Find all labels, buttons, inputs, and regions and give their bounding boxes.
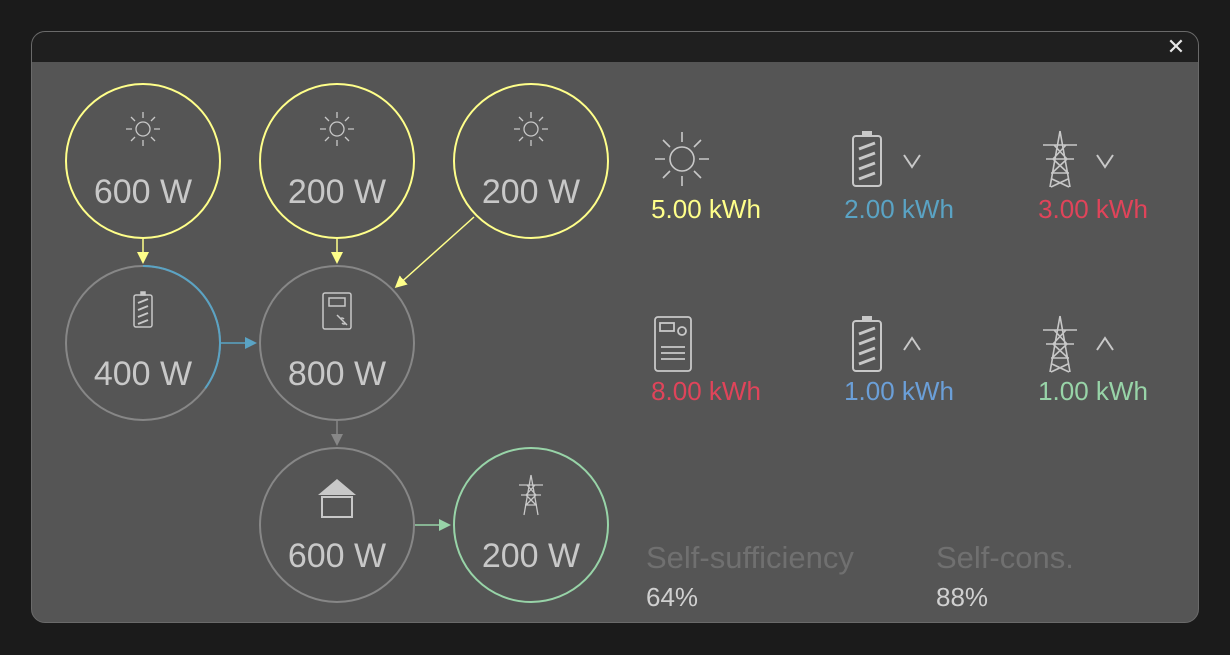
- house-icon: [318, 479, 356, 518]
- battery-icon: [852, 131, 882, 187]
- up-chevron-icon: [1096, 336, 1114, 351]
- solar-node-1[interactable]: [65, 83, 221, 239]
- self-sufficiency-label: Self-sufficiency: [646, 540, 854, 575]
- down-chevron-icon: [903, 154, 921, 169]
- flow-diagram: [65, 83, 1114, 603]
- self-sufficiency-value: 64%: [646, 582, 699, 612]
- grid-node-value: 200 W: [481, 537, 581, 575]
- inverter-node-value: 800 W: [287, 355, 387, 393]
- meter-value: 8.00 kWh: [651, 376, 761, 406]
- pylon-icon: [1043, 130, 1077, 188]
- pylon-icon: [1043, 315, 1077, 373]
- solar-node-2-value: 200 W: [287, 173, 387, 211]
- solar-node-3-value: 200 W: [481, 173, 581, 211]
- home-node-value: 600 W: [287, 537, 387, 575]
- solar3-to-inverter-arrow: [394, 216, 475, 289]
- battery-icon: [133, 291, 153, 328]
- solar-node-1-value: 600 W: [93, 173, 193, 211]
- sun-icon: [320, 112, 354, 146]
- battery-node-value: 400 W: [93, 355, 193, 393]
- down-chevron-icon: [1096, 154, 1114, 169]
- energy-flow-dialog: ✕ 600 W 200 W 200 W 400 W 800 W 600 W 20…: [31, 31, 1199, 623]
- self-consumption-label: Self-cons.: [936, 540, 1074, 575]
- sun-icon: [655, 132, 709, 186]
- meter-icon: [654, 316, 692, 372]
- sun-icon: [514, 112, 548, 146]
- grid-node[interactable]: [453, 447, 609, 603]
- battery-icon: [852, 316, 882, 372]
- pylon-icon: [519, 474, 543, 516]
- sun-icon: [126, 112, 160, 146]
- grid-import-value: 3.00 kWh: [1038, 194, 1148, 224]
- home-node[interactable]: [259, 447, 415, 603]
- battery-discharge-value: 2.00 kWh: [844, 194, 954, 224]
- up-chevron-icon: [903, 336, 921, 351]
- inverter-node[interactable]: [259, 265, 415, 421]
- battery-charge-value: 1.00 kWh: [844, 376, 954, 406]
- solar-node-2[interactable]: [259, 83, 415, 239]
- self-consumption-value: 88%: [936, 582, 989, 612]
- inverter-icon: [322, 292, 352, 330]
- grid-export-value: 1.00 kWh: [1038, 376, 1148, 406]
- solar-node-3[interactable]: [453, 83, 609, 239]
- solar-energy-value: 5.00 kWh: [651, 194, 761, 224]
